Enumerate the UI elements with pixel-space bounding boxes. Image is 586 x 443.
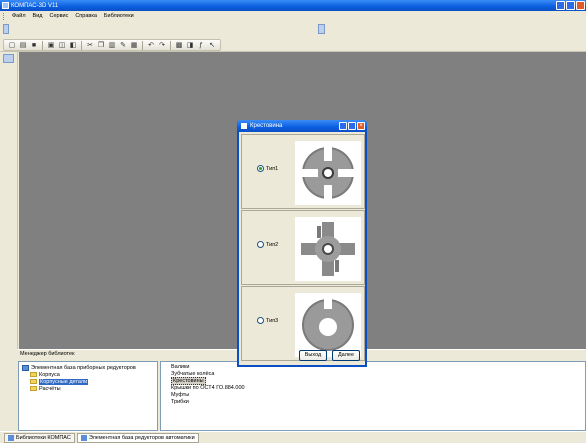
tree-item-calculations[interactable]: Расчёты bbox=[22, 385, 154, 392]
dialog-titlebar: Крестовина × bbox=[237, 120, 367, 132]
variables-icon[interactable]: ◨ bbox=[185, 40, 195, 50]
list-item[interactable]: Трибки bbox=[171, 399, 582, 406]
dialog-icon bbox=[241, 123, 247, 129]
print-preview-icon[interactable]: ◫ bbox=[57, 40, 67, 50]
copy-icon[interactable]: ❐ bbox=[96, 40, 106, 50]
list-item-label: Трибки bbox=[171, 399, 189, 405]
cross-type2-icon[interactable] bbox=[295, 217, 361, 281]
radio-label: Тип3 bbox=[266, 317, 279, 324]
help-pointer-icon[interactable]: ↖ bbox=[207, 40, 217, 50]
window-title: КОМПАС-3D V11 bbox=[11, 2, 59, 9]
left-compact-panel bbox=[0, 52, 18, 349]
menu-service[interactable]: Сервис bbox=[49, 13, 68, 19]
compact-panel-button[interactable] bbox=[3, 54, 14, 63]
radio-label: Тип2 bbox=[266, 241, 279, 248]
list-item[interactable]: Валики bbox=[171, 364, 582, 371]
window-controls bbox=[556, 1, 585, 10]
radio-button[interactable] bbox=[257, 165, 264, 172]
radio-type3[interactable]: Тип3 bbox=[257, 317, 278, 324]
menu-help[interactable]: Справка bbox=[75, 13, 97, 19]
radio-type1[interactable]: Тип1 bbox=[257, 165, 278, 172]
menu-libraries[interactable]: Библиотеки bbox=[104, 13, 134, 19]
library-icon bbox=[22, 364, 29, 371]
redo-icon[interactable]: ↷ bbox=[157, 40, 167, 50]
tree-item-label: Корпуса bbox=[39, 371, 60, 378]
tree-item-label: Корпусные детали bbox=[39, 378, 89, 385]
cross-type1-icon[interactable] bbox=[295, 141, 361, 205]
exit-button[interactable]: Выход bbox=[299, 350, 327, 361]
option-type2[interactable]: Тип2 bbox=[241, 210, 365, 285]
toolbar-grip-center[interactable] bbox=[318, 24, 325, 34]
folder-icon bbox=[30, 386, 37, 391]
maximize-icon[interactable] bbox=[566, 1, 575, 10]
tab-label: Библиотеки КОМПАС bbox=[16, 434, 71, 441]
list-item-selected[interactable]: Крестовины bbox=[171, 377, 582, 385]
paste-icon[interactable]: ▥ bbox=[107, 40, 117, 50]
library-item-list: Валики Зубчатые колёса Крестовины Крышки… bbox=[160, 361, 586, 431]
standard-toolbar: ▢ ▤ ■ ▣ ◫ ◧ ✂ ❐ ▥ ✎ ▦ ↶ ↷ ▩ ◨ ƒ ↖ bbox=[0, 38, 586, 52]
toolbar-grip-left[interactable] bbox=[3, 24, 9, 34]
standard-toolbar-buttons: ▢ ▤ ■ ▣ ◫ ◧ ✂ ❐ ▥ ✎ ▦ ↶ ↷ ▩ ◨ ƒ ↖ bbox=[3, 39, 221, 51]
tree-root-label: Элементная база приборных редукторов bbox=[31, 364, 136, 371]
manager-toggle-icon[interactable]: ▩ bbox=[174, 40, 184, 50]
toolbar-separator bbox=[142, 40, 143, 50]
cross-type3-icon[interactable] bbox=[295, 293, 361, 357]
toolbar-separator bbox=[170, 40, 171, 50]
menu-bar: Файл Вид Сервис Справка Библиотеки bbox=[0, 11, 586, 21]
library-icon bbox=[8, 434, 14, 441]
minimize-icon[interactable] bbox=[339, 122, 347, 130]
dialog-title: Крестовина bbox=[250, 123, 283, 129]
tab-element-base[interactable]: Элементная база редукторов автоматики bbox=[76, 432, 199, 443]
option-type1[interactable]: Тип1 bbox=[241, 134, 365, 209]
save-icon[interactable]: ■ bbox=[29, 40, 39, 50]
properties-icon[interactable]: ◧ bbox=[68, 40, 78, 50]
new-document-icon[interactable]: ▢ bbox=[7, 40, 17, 50]
library-tree: Элементная база приборных редукторов Кор… bbox=[18, 361, 158, 431]
maximize-icon[interactable] bbox=[348, 122, 356, 130]
cut-icon[interactable]: ✂ bbox=[85, 40, 95, 50]
cross-dialog: Крестовина × Тип1 Тип2 Тип3 Выход Далее bbox=[237, 120, 367, 367]
minimize-icon[interactable] bbox=[556, 1, 565, 10]
next-button[interactable]: Далее bbox=[332, 350, 360, 361]
folder-icon bbox=[30, 379, 37, 384]
print-icon[interactable]: ▣ bbox=[46, 40, 56, 50]
radio-button[interactable] bbox=[257, 241, 264, 248]
close-icon[interactable]: × bbox=[357, 122, 365, 130]
library-manager-icon[interactable]: ▦ bbox=[129, 40, 139, 50]
main-titlebar: КОМПАС-3D V11 bbox=[0, 0, 586, 11]
menu-view[interactable]: Вид bbox=[33, 13, 43, 19]
list-item[interactable]: Крышки по ОСТ4 ГО.884.000 bbox=[171, 385, 582, 392]
toolbar-separator bbox=[81, 40, 82, 50]
open-folder-icon[interactable]: ▤ bbox=[18, 40, 28, 50]
toolbar-separator bbox=[42, 40, 43, 50]
list-item-label: Крышки по ОСТ4 ГО.884.000 bbox=[171, 385, 245, 391]
tree-item-label: Расчёты bbox=[39, 385, 61, 392]
close-icon[interactable] bbox=[576, 1, 585, 10]
library-icon bbox=[80, 434, 87, 441]
tab-kompas-libraries[interactable]: Библиотеки КОМПАС bbox=[4, 432, 75, 443]
toolbar-row-1 bbox=[0, 21, 586, 38]
radio-button[interactable] bbox=[257, 317, 264, 324]
undo-icon[interactable]: ↶ bbox=[146, 40, 156, 50]
tree-item-housings[interactable]: Корпуса bbox=[22, 371, 154, 378]
list-item[interactable]: Зубчатые колёса bbox=[171, 371, 582, 378]
tab-label: Элементная база редукторов автоматики bbox=[88, 434, 195, 441]
format-painter-icon[interactable]: ✎ bbox=[118, 40, 128, 50]
dialog-controls: × bbox=[339, 122, 365, 130]
kompas-app-icon bbox=[2, 2, 9, 9]
manager-tabs: Библиотеки КОМПАС Элементная база редукт… bbox=[0, 431, 586, 443]
list-item-label: Муфты bbox=[171, 392, 190, 398]
list-item-label: Крестовины bbox=[171, 377, 206, 385]
function-icon[interactable]: ƒ bbox=[196, 40, 206, 50]
radio-type2[interactable]: Тип2 bbox=[257, 241, 278, 248]
menu-file[interactable]: Файл bbox=[12, 13, 26, 19]
tree-item-housing-parts[interactable]: Корпусные детали bbox=[22, 378, 154, 385]
radio-label: Тип1 bbox=[266, 165, 279, 172]
tree-root[interactable]: Элементная база приборных редукторов bbox=[22, 364, 154, 371]
menu-grip[interactable] bbox=[3, 12, 5, 20]
list-item-label: Валики bbox=[171, 364, 190, 370]
folder-icon bbox=[30, 372, 37, 377]
list-item[interactable]: Муфты bbox=[171, 392, 582, 399]
